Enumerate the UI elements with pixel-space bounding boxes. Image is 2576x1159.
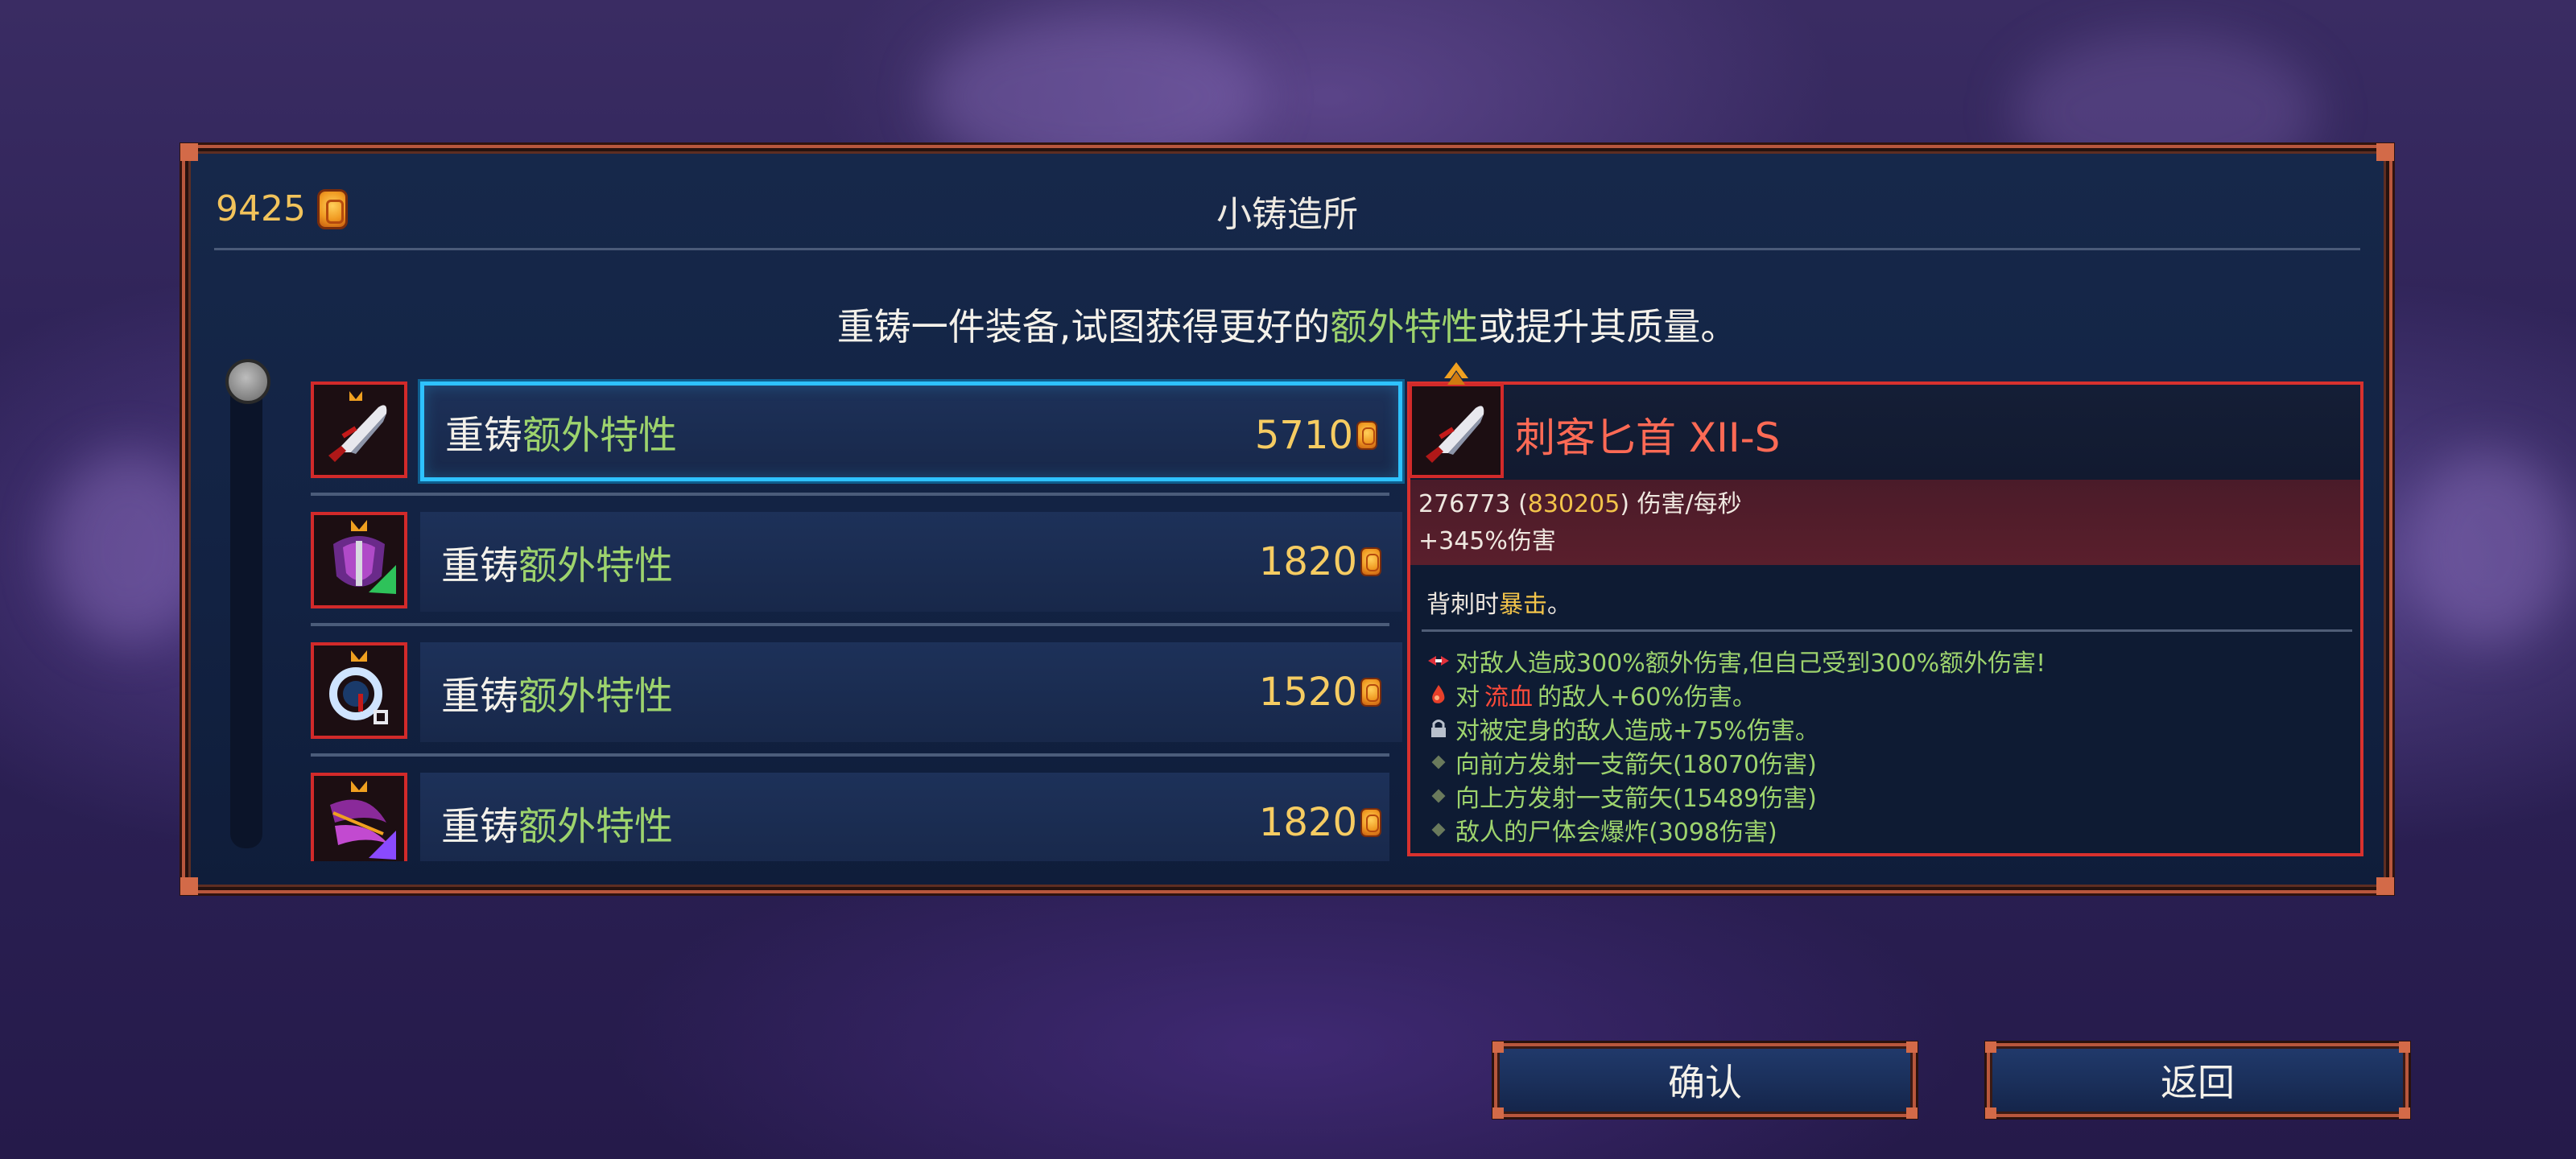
reforge-label-highlight: 额外特性 <box>518 674 674 719</box>
frame-corner <box>2376 877 2394 895</box>
reforge-item-row[interactable]: 重铸 额外特性 1820 <box>311 773 1389 861</box>
frame-corner <box>1906 1107 1918 1119</box>
reforge-label: 重铸 <box>441 674 519 719</box>
reforge-button[interactable]: 重铸 额外特性 1520 <box>420 642 1402 742</box>
description-text-end: 或提升其质量。 <box>1478 305 1738 349</box>
affix-text: 对被定身的敌人造成+75%伤害。 <box>1455 717 1819 745</box>
item-bonus: +345%伤害 <box>1418 527 1556 555</box>
item-stats: 276773 (830205) 伤害/每秒 +345%伤害 <box>1410 480 2360 565</box>
reforge-label: 重铸 <box>445 413 523 458</box>
reforge-label-highlight: 额外特性 <box>522 413 678 458</box>
frame-corner <box>2376 143 2394 161</box>
reforge-item-row[interactable]: 重铸 额外特性 1520 <box>311 642 1402 742</box>
affix-text: 向上方发射一支箭矢(15489伤害) <box>1455 785 1817 813</box>
dagger-icon <box>311 382 407 478</box>
reforge-price: 1820 <box>1259 512 1381 612</box>
affix-item: 敌人的尸体会爆炸(3098伤害) <box>1426 813 2046 847</box>
back-button[interactable]: 返回 <box>1985 1041 2410 1119</box>
reforge-label: 重铸 <box>441 804 519 849</box>
lock-icon <box>1426 717 1451 740</box>
row-divider <box>311 623 1389 626</box>
purple-shield-icon <box>311 512 407 608</box>
reforge-label: 重铸 <box>441 543 519 588</box>
affix-text: 敌人的尸体会爆炸(3098伤害) <box>1455 819 1777 847</box>
back-label: 返回 <box>2161 1061 2235 1104</box>
forge-panel: 9425 小铸造所 重铸一件装备,试图获得更好的额外特性或提升其质量。 重铸 额外… <box>180 143 2394 895</box>
passive-highlight: 暴击 <box>1499 591 1547 619</box>
affix-list: 对敌人造成300%额外伤害,但自己受到300%额外伤害! 对流血 的敌人+60%伤… <box>1426 644 2046 847</box>
blood-drop-icon <box>1426 683 1451 706</box>
reforge-price: 1820 <box>1259 773 1381 861</box>
background-bokeh <box>2407 451 2568 644</box>
price-value: 1520 <box>1258 670 1357 715</box>
double-edge-icon <box>1426 650 1451 672</box>
reforge-button[interactable]: 重铸 额外特性 5710 <box>420 382 1402 481</box>
amulet-icon <box>311 642 407 739</box>
passive-text-end: 。 <box>1547 591 1571 619</box>
panel-title: 小铸造所 <box>1216 194 1358 235</box>
reforge-button[interactable]: 重铸 额外特性 1820 <box>420 512 1402 612</box>
gold-coin-icon <box>1356 421 1377 450</box>
detail-divider <box>1422 629 2352 632</box>
frame-corner <box>1985 1041 1996 1053</box>
scrollbar-thumb[interactable] <box>225 359 270 404</box>
description-text: 重铸一件装备,试图获得更好的 <box>836 305 1331 349</box>
gold-coin-icon <box>1360 547 1381 576</box>
reforge-price: 5710 <box>1255 386 1377 485</box>
list-scrollbar[interactable] <box>230 365 262 848</box>
frame-corner <box>2399 1107 2410 1119</box>
affix-highlight: 流血 <box>1484 683 1533 711</box>
price-value: 5710 <box>1254 413 1353 458</box>
confirm-label: 确认 <box>1668 1061 1742 1104</box>
diamond-icon <box>1431 755 1446 769</box>
row-divider <box>311 493 1389 496</box>
frame-corner <box>180 143 198 161</box>
frame-corner <box>2399 1041 2410 1053</box>
confirm-button[interactable]: 确认 <box>1492 1041 1918 1119</box>
item-name: 刺客匕首 XII-S <box>1515 415 1781 461</box>
affix-text-end: 的敌人+60%伤害。 <box>1538 683 1757 711</box>
item-dps-line: 276773 (830205) 伤害/每秒 <box>1418 490 1742 518</box>
item-dps-crit: 830205 <box>1527 490 1620 518</box>
affix-text: 对敌人造成300%额外伤害,但自己受到300%额外伤害! <box>1455 650 2046 678</box>
affix-item: 向前方发射一支箭矢(18070伤害) <box>1426 745 2046 779</box>
tier-up-icon <box>1444 362 1468 385</box>
frame-corner <box>1906 1041 1918 1053</box>
affix-text: 对 <box>1455 683 1480 711</box>
diamond-icon <box>1431 789 1446 803</box>
reforge-price: 1520 <box>1259 642 1381 742</box>
affix-text: 向前方发射一支箭矢(18070伤害) <box>1455 751 1817 779</box>
frame-corner <box>1492 1041 1504 1053</box>
reforge-item-row[interactable]: 重铸 额外特性 1820 <box>311 512 1402 612</box>
gold-coin-icon <box>1360 808 1381 837</box>
affix-item: 对敌人造成300%额外伤害,但自己受到300%额外伤害! <box>1426 644 2046 678</box>
purple-bow-icon <box>311 773 407 861</box>
price-value: 1820 <box>1258 800 1357 845</box>
price-value: 1820 <box>1258 539 1357 584</box>
description-highlight: 额外特性 <box>1330 305 1479 349</box>
title-divider <box>214 248 2360 250</box>
affix-item: 向上方发射一支箭矢(15489伤害) <box>1426 779 2046 813</box>
gold-coin-icon <box>1360 678 1381 707</box>
reforge-item-row[interactable]: 重铸 额外特性 5710 <box>311 382 1402 481</box>
row-divider <box>311 753 1389 757</box>
dagger-icon <box>1409 383 1504 478</box>
reforge-label-highlight: 额外特性 <box>518 543 674 588</box>
item-detail-card: 刺客匕首 XII-S 276773 (830205) 伤害/每秒 +345%伤害… <box>1407 362 2363 856</box>
affix-item: 对被定身的敌人造成+75%伤害。 <box>1426 711 2046 745</box>
diamond-icon <box>1431 823 1446 837</box>
passive-text: 背刺时 <box>1426 591 1499 619</box>
reforge-button[interactable]: 重铸 额外特性 1820 <box>420 773 1389 861</box>
item-dps-unit: 伤害/每秒 <box>1637 490 1742 518</box>
item-dps: 276773 <box>1418 490 1511 518</box>
reforge-label-highlight: 额外特性 <box>518 804 674 849</box>
frame-corner <box>1492 1107 1504 1119</box>
item-passive: 背刺时暴击。 <box>1426 584 1571 620</box>
affix-item: 对流血 的敌人+60%伤害。 <box>1426 678 2046 711</box>
frame-corner <box>180 877 198 895</box>
frame-corner <box>1985 1107 1996 1119</box>
panel-description: 重铸一件装备,试图获得更好的额外特性或提升其质量。 <box>185 298 2389 351</box>
